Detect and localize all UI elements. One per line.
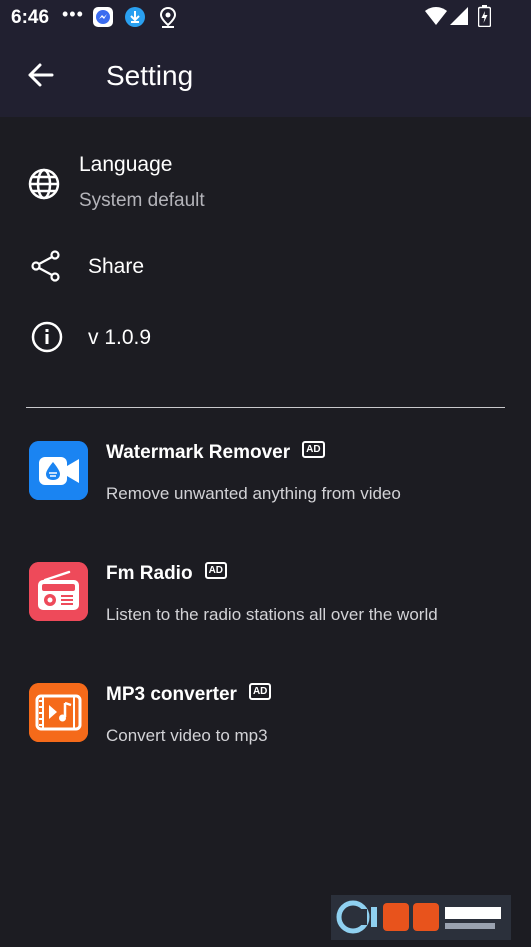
language-setting[interactable]: Language System default [0,140,531,230]
globe-icon [28,168,60,205]
download-icon [124,6,146,33]
status-bar: 6:46 ••• [0,0,531,34]
page-title: Setting [106,60,194,91]
music-film-icon [29,683,88,742]
language-title: Language [79,153,173,176]
ad-item-watermark-remover[interactable]: Watermark Remover AD Remove unwanted anyt… [0,441,531,551]
ad-title: MP3 converter AD [106,683,272,706]
messenger-icon [92,6,114,33]
ad-description: Convert video to mp3 [106,726,268,745]
ad-badge: AD [248,683,272,701]
wifi-icon [425,7,447,30]
version-info[interactable]: v 1.0.9 [0,312,531,367]
share-setting[interactable]: Share [0,240,531,295]
battery-charging-icon [477,5,492,32]
info-icon [31,321,63,358]
app-bar: Setting [0,34,531,117]
video-drop-icon [29,441,88,500]
ad-title: Watermark Remover AD [106,441,325,464]
version-text: v 1.0.9 [88,326,152,349]
share-icon [31,250,61,287]
ad-title: Fm Radio AD [106,562,228,585]
back-button[interactable] [22,56,60,94]
more-notifications-icon: ••• [62,4,84,24]
site-watermark [331,895,511,940]
arrow-left-icon [28,63,54,87]
ad-description: Listen to the radio stations all over th… [106,605,438,624]
ad-item-mp3-converter[interactable]: MP3 converter AD Convert video to mp3 [0,683,531,793]
ad-badge: AD [302,441,325,459]
ad-badge: AD [204,562,228,580]
location-icon [158,6,178,33]
radio-icon [29,562,88,621]
share-title: Share [88,255,145,278]
ad-item-fm-radio[interactable]: Fm Radio AD Listen to the radio stations … [0,562,531,672]
language-value: System default [79,190,205,211]
status-time: 6:46 [11,7,50,28]
divider [26,407,505,408]
cell-signal-icon [450,7,468,30]
ad-description: Remove unwanted anything from video [106,484,401,503]
